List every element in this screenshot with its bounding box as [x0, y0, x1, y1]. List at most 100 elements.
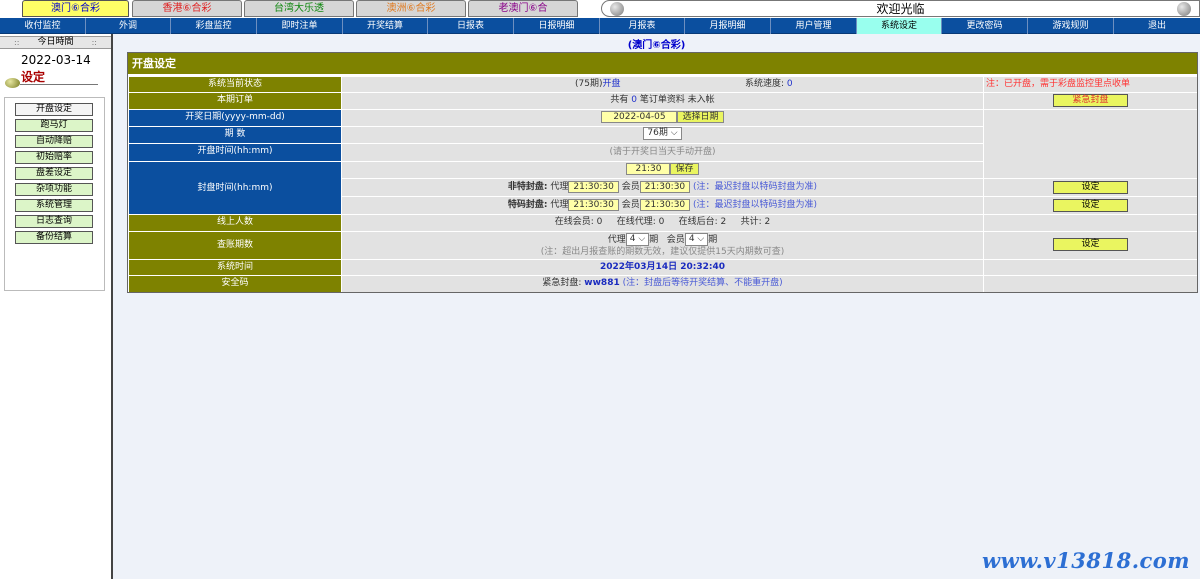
sidebar-item-system-admin[interactable]: 系统管理: [15, 199, 93, 212]
chevron-down-icon: ⌵: [697, 234, 705, 244]
chevron-down-icon: ⌵: [670, 128, 678, 138]
non-special-set-button[interactable]: 设定: [1053, 181, 1128, 194]
member-label: 会员: [621, 182, 640, 192]
sidebar-item-spread-settings[interactable]: 盘差设定: [15, 167, 93, 180]
divider: [20, 84, 98, 85]
non-special-agent-input[interactable]: 21:30:30: [568, 180, 619, 193]
status-label: 系统当前状态: [129, 77, 341, 92]
draw-date-cell: 2022-04-05 选择日期: [342, 110, 983, 126]
sidebar-item-backup-settlement[interactable]: 备份结算: [15, 231, 93, 244]
non-special-note: (注：最迟封盘以特码封盘为准): [693, 182, 818, 192]
tab-australia-mark-six[interactable]: 澳洲⑥合彩: [356, 0, 466, 17]
speed-value: 0: [786, 79, 793, 89]
status-state: 开盘: [602, 79, 621, 89]
security-cell: 紧急封盘: ww881 (注：封盘后等待开奖结算、不能重开盘): [342, 276, 983, 292]
unit-label: 期: [649, 235, 659, 245]
online-total: 共计: 2: [740, 217, 771, 227]
sidebar-title: 设定: [21, 70, 46, 84]
online-backend: 在线后台: 2: [678, 217, 727, 227]
chevron-down-icon: ⌵: [638, 234, 646, 244]
agent-label: 代理: [607, 235, 626, 245]
empty-cell: [984, 260, 1197, 275]
sidebar-item-open-settings[interactable]: 开盘设定: [15, 103, 93, 116]
query-member-select[interactable]: 4 ⌵: [684, 233, 709, 246]
special-note: (注：最迟封盘以特码封盘为准): [693, 200, 818, 210]
special-member-input[interactable]: 21:30:30: [639, 198, 691, 211]
query-period-cell: 代理 4 ⌵ 期 会员 4 ⌵ 期 (注：超出月报查账的期数无效，建议仅提供15天内期数…: [342, 232, 983, 259]
query-period-note: (注：超出月报查账的期数无效，建议仅提供15天内期数可查): [540, 247, 785, 257]
watermark: www.v13818.com: [982, 548, 1191, 573]
tab-old-macau-mark-six[interactable]: 老澳门⑥合: [468, 0, 578, 17]
unit-label: 期: [708, 235, 718, 245]
tab-hongkong-mark-six[interactable]: 香港⑥合彩: [132, 0, 242, 17]
open-time-label: 开盘时间(hh:mm): [129, 144, 341, 161]
status-note: 注：已开盘，需于彩盘监控里点收单: [984, 77, 1197, 92]
security-note: (注：封盘后等待开奖结算、不能重开盘): [622, 278, 783, 288]
orders-prefix: 共有: [610, 95, 629, 105]
save-button[interactable]: 保存: [670, 162, 699, 175]
nav-game-rules[interactable]: 游戏规则: [1028, 18, 1114, 34]
nav-user-management[interactable]: 用户管理: [771, 18, 857, 34]
speed-group: 系统速度: 0: [745, 77, 793, 91]
query-period-label: 查账期数: [129, 232, 341, 259]
special-label: 特码封盘:: [507, 200, 548, 210]
non-special-label: 非特封盘:: [507, 182, 548, 192]
speed-label: 系统速度:: [745, 79, 785, 89]
sidebar-header-text: 今日時間: [37, 37, 74, 47]
close-time-label: 封盘时间(hh:mm): [129, 162, 341, 214]
period-select[interactable]: 76期 ⌵: [643, 127, 682, 140]
period-cell: 76期 ⌵: [342, 127, 983, 143]
nav-logout[interactable]: 退出: [1114, 18, 1200, 34]
query-period-set-button[interactable]: 设定: [1053, 238, 1128, 251]
sidebar-item-log-query[interactable]: 日志查询: [15, 215, 93, 228]
welcome-banner: 欢迎光临: [601, 0, 1200, 17]
dots-icon: ::: [91, 38, 97, 47]
nav-board-monitor[interactable]: 彩盘监控: [171, 18, 257, 34]
sidebar-item-misc-functions[interactable]: 杂项功能: [15, 183, 93, 196]
agent-label: 代理: [550, 182, 569, 192]
main-nav: 收付监控 外调 彩盘监控 即时注单 开奖结算 日报表 日报明细 月报表 月报明细…: [0, 18, 1200, 34]
member-label: 会员: [621, 200, 640, 210]
choose-date-button[interactable]: 选择日期: [677, 110, 724, 123]
special-agent-input[interactable]: 21:30:30: [568, 198, 619, 211]
sidebar-item-marquee[interactable]: 跑马灯: [15, 119, 93, 132]
nav-daily-detail[interactable]: 日报明细: [514, 18, 600, 34]
nav-daily-report[interactable]: 日报表: [428, 18, 514, 34]
security-prefix: 紧急封盘:: [542, 278, 582, 288]
emergency-close-button[interactable]: 紧急封盘: [1053, 94, 1128, 107]
query-member-value: 4: [688, 234, 695, 244]
query-period-controls: 代理 4 ⌵ 期 会员 4 ⌵ 期: [342, 233, 983, 246]
dots-icon: ::: [14, 38, 20, 47]
nav-transfer[interactable]: 外调: [86, 18, 171, 34]
system-time-value: 2022年03月14日 20:32:40: [342, 260, 983, 275]
nav-live-orders[interactable]: 即时注单: [257, 18, 343, 34]
empty-cell: [984, 215, 1197, 231]
sidebar-menu: 开盘设定 跑马灯 自动降赔 初始赔率 盘差设定 杂项功能 系统管理 日志查询 备…: [4, 97, 105, 291]
system-time-label: 系统时间: [129, 260, 341, 275]
tab-taiwan-lotto[interactable]: 台湾大乐透: [244, 0, 354, 17]
nav-monthly-report[interactable]: 月报表: [600, 18, 685, 34]
tab-macau-mark-six[interactable]: 澳门⑥合彩: [22, 0, 129, 17]
sidebar: :: 今日時間 :: 2022-03-14 设定 开盘设定 跑马灯 自动降赔 初…: [0, 34, 113, 579]
nav-monthly-detail[interactable]: 月报明细: [685, 18, 771, 34]
nav-system-settings[interactable]: 系统设定: [857, 18, 942, 34]
nav-change-password[interactable]: 更改密码: [942, 18, 1028, 34]
empty-cell: [984, 110, 1197, 178]
online-members: 在线会员: 0: [554, 217, 603, 227]
close-time-input[interactable]: 21:30: [626, 162, 671, 175]
knob-icon: [5, 78, 20, 88]
open-time-note: (请于开奖日当天手动开盘): [342, 144, 983, 161]
sidebar-item-auto-odds-drop[interactable]: 自动降赔: [15, 135, 93, 148]
nav-draw-settlement[interactable]: 开奖结算: [343, 18, 428, 34]
orders-cell: 共有 0 笔订单资料 未入帐: [342, 93, 983, 109]
special-set-button[interactable]: 设定: [1053, 199, 1128, 212]
orders-count: 0: [631, 95, 637, 105]
draw-date-input[interactable]: 2022-04-05: [601, 110, 678, 123]
security-code: ww881: [584, 278, 620, 288]
nav-payment-monitor[interactable]: 收付监控: [0, 18, 86, 34]
non-special-member-input[interactable]: 21:30:30: [639, 180, 691, 193]
sidebar-item-initial-odds[interactable]: 初始赔率: [15, 151, 93, 164]
knob-icon: [1177, 2, 1191, 16]
query-agent-select[interactable]: 4 ⌵: [625, 233, 650, 246]
status-period: (75期): [575, 79, 603, 89]
